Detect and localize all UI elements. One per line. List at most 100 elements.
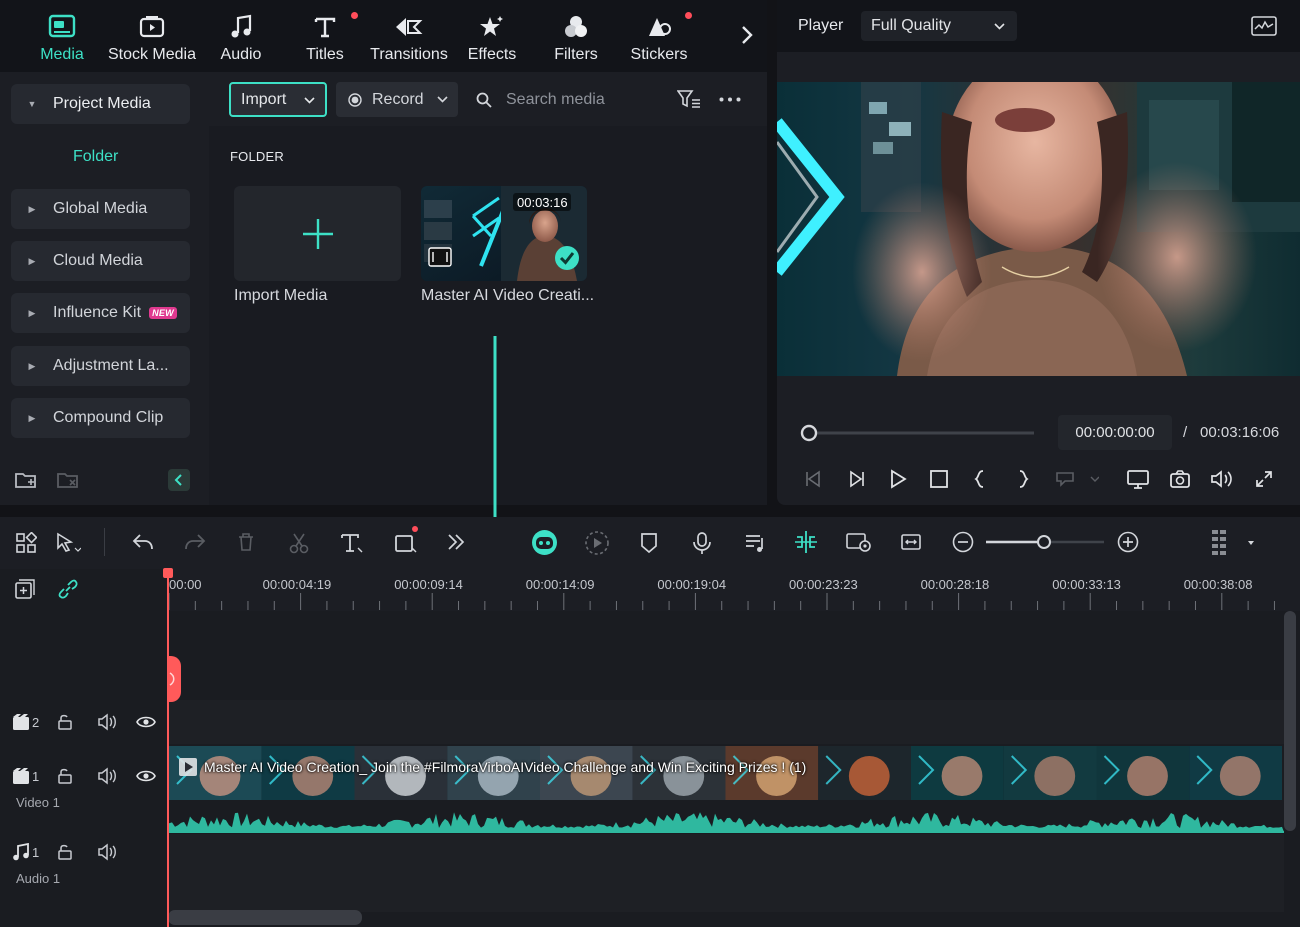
media-clip-label: Master AI Video Creati... <box>421 287 595 304</box>
track-visibility-eye-icon[interactable] <box>136 767 156 785</box>
snapshot-camera-icon[interactable] <box>1169 469 1191 489</box>
mark-in-icon[interactable] <box>972 469 988 489</box>
media-clip-thumbnail[interactable]: 00:03:16 <box>421 186 587 281</box>
timeline-vertical-scrollbar[interactable] <box>1284 611 1296 831</box>
scopes-icon[interactable] <box>1251 16 1277 36</box>
video-track-2-lane[interactable] <box>168 700 1284 744</box>
video-track-icon <box>12 767 30 785</box>
sidebar-item-adjustment-layer[interactable]: ▶ Adjustment La... <box>11 346 190 386</box>
track-number: 1 <box>32 845 40 860</box>
link-icon[interactable] <box>57 578 79 600</box>
sidebar-item-folder[interactable]: Folder <box>73 148 118 166</box>
audio-track-label: Audio 1 <box>16 871 61 886</box>
player-label: Player <box>798 17 844 34</box>
tab-audio[interactable]: Audio <box>210 0 272 72</box>
caret-right-icon: ▶ <box>28 360 36 371</box>
collapse-sidebar-button[interactable] <box>168 469 190 491</box>
track-audio-speaker-icon[interactable] <box>97 713 117 731</box>
track-audio-speaker-icon[interactable] <box>97 843 117 861</box>
playback-progress-slider[interactable] <box>800 424 1036 442</box>
timeline-ruler[interactable] <box>168 569 1300 611</box>
select-tool-icon[interactable] <box>55 532 81 554</box>
tab-transitions[interactable]: Transitions <box>366 0 452 72</box>
track-audio-speaker-icon[interactable] <box>97 767 117 785</box>
preview-render-icon[interactable] <box>845 531 871 553</box>
fit-timeline-icon[interactable] <box>900 532 922 552</box>
text-tool-icon[interactable] <box>340 532 364 554</box>
new-badge: NEW <box>149 307 177 319</box>
audio-track-1-lane[interactable] <box>168 834 1284 912</box>
lock-track-icon[interactable] <box>56 767 74 785</box>
video-preview[interactable] <box>777 82 1300 376</box>
playhead[interactable] <box>167 569 169 927</box>
add-track-icon[interactable] <box>14 578 36 600</box>
chevron-down-icon <box>994 23 1005 30</box>
zoom-slider[interactable] <box>986 533 1106 551</box>
audio-waveform[interactable] <box>169 802 1284 834</box>
sidebar-item-cloud-media[interactable]: ▶ Cloud Media <box>11 241 190 281</box>
tab-titles[interactable]: Titles <box>294 0 356 72</box>
zoom-out-icon[interactable] <box>952 531 974 553</box>
track-number: 1 <box>32 769 40 784</box>
crop-shape-icon[interactable] <box>394 532 418 554</box>
ruler-time-label: 00:00:14:09 <box>525 577 595 592</box>
tab-media[interactable]: Media <box>24 0 100 72</box>
current-time-display[interactable]: 00:00:00:00 <box>1058 415 1172 450</box>
top-tab-bar: Media Stock Media Audio Titles Transitio… <box>0 0 767 72</box>
track-visibility-eye-icon[interactable] <box>136 713 156 731</box>
layout-grid-icon[interactable] <box>15 532 37 554</box>
volume-icon[interactable] <box>1210 469 1234 489</box>
ruler-time-label: 00:00 <box>169 577 202 592</box>
next-frame-icon[interactable] <box>846 469 866 489</box>
import-button[interactable]: Import <box>229 82 327 117</box>
tab-label: Titles <box>306 46 344 63</box>
lock-track-icon[interactable] <box>56 843 74 861</box>
total-time-display: 00:03:16:06 <box>1200 424 1280 441</box>
lock-track-icon[interactable] <box>56 713 74 731</box>
tab-stickers[interactable]: Stickers <box>624 0 694 72</box>
titles-notification-dot <box>351 12 358 19</box>
zoom-in-icon[interactable] <box>1117 531 1139 553</box>
playhead-handle[interactable] <box>163 568 173 578</box>
titles-icon <box>313 11 337 43</box>
undo-icon[interactable] <box>132 532 154 552</box>
marker-icon[interactable] <box>640 532 658 554</box>
filter-sort-icon[interactable] <box>677 89 701 109</box>
fullscreen-icon[interactable] <box>1254 469 1274 489</box>
effects-icon <box>478 11 506 43</box>
sidebar-item-compound-clip[interactable]: ▶ Compound Clip <box>11 398 190 438</box>
snap-magnet-icon[interactable] <box>794 530 818 554</box>
empty-track-area <box>168 611 1284 700</box>
tab-effects[interactable]: Effects <box>460 0 524 72</box>
video-track-label: Video 1 <box>16 795 60 810</box>
ruler-time-label: 00:00:38:08 <box>1183 577 1253 592</box>
previous-frame-icon[interactable] <box>803 469 823 489</box>
timeline-horizontal-scrollbar[interactable] <box>168 910 362 925</box>
video-track-icon <box>12 713 30 731</box>
display-settings-icon[interactable] <box>1126 469 1150 489</box>
more-tools-chevron-icon[interactable] <box>446 532 466 552</box>
microphone-icon[interactable] <box>692 531 712 555</box>
tabs-next-arrow-icon[interactable] <box>740 24 754 46</box>
playhead-scissors-handle[interactable] <box>167 656 181 702</box>
mark-out-icon[interactable] <box>1015 469 1031 489</box>
ai-mate-icon[interactable] <box>531 529 558 556</box>
timeline-settings-icon[interactable] <box>1210 528 1256 558</box>
play-icon[interactable] <box>888 469 908 489</box>
audio-list-icon[interactable] <box>744 532 766 554</box>
new-folder-icon[interactable] <box>14 470 38 490</box>
sidebar-item-influence-kit[interactable]: ▶ Influence Kit NEW <box>11 293 190 333</box>
stop-icon[interactable] <box>929 469 949 489</box>
import-media-card[interactable] <box>234 186 401 281</box>
sidebar-item-project-media[interactable]: ▼ Project Media <box>11 84 190 124</box>
quality-select[interactable]: Full Quality <box>861 11 1017 41</box>
tab-filters[interactable]: Filters <box>546 0 606 72</box>
tab-stock-media[interactable]: Stock Media <box>106 0 198 72</box>
sidebar-item-global-media[interactable]: ▶ Global Media <box>11 189 190 229</box>
more-options-icon[interactable] <box>719 97 741 102</box>
ruler-time-label: 00:00:04:19 <box>262 577 332 592</box>
sidebar-item-label: Adjustment La... <box>53 357 169 374</box>
auto-render-icon <box>584 530 610 556</box>
record-button[interactable]: Record <box>336 82 458 117</box>
search-media-input[interactable]: Search media <box>470 82 670 117</box>
